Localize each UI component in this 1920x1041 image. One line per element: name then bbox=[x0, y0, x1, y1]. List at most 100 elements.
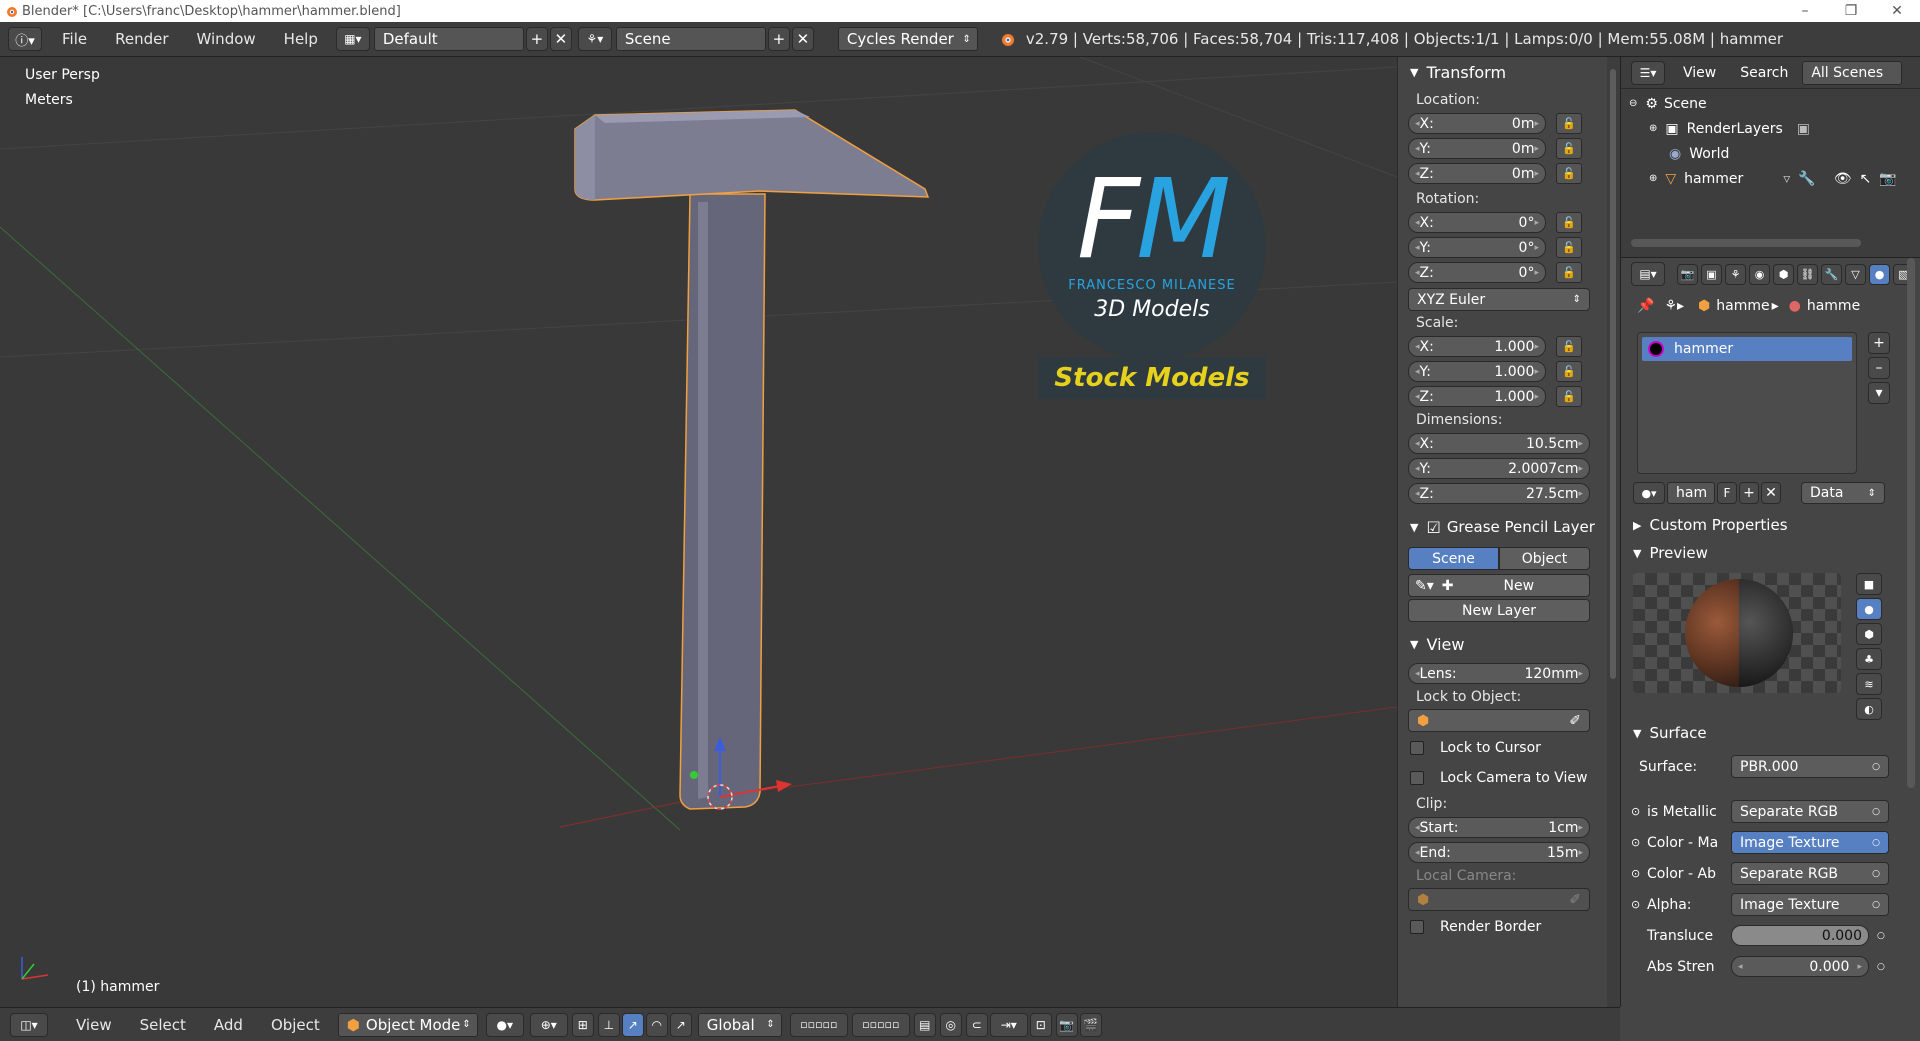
lock-object-field[interactable]: ⬢ ✐ bbox=[1408, 709, 1590, 732]
scale-z-field[interactable]: ◂ Z: 1.000 ▸ bbox=[1408, 386, 1546, 407]
link-socket-icon[interactable]: ⊙ bbox=[1631, 805, 1647, 818]
link-socket-icon[interactable]: ⊙ bbox=[1631, 898, 1647, 911]
lock-icon[interactable]: 🔓 bbox=[1556, 163, 1582, 184]
lock-camera-to-view-checkbox[interactable]: Lock Camera to View bbox=[1398, 763, 1609, 793]
mesh-data-tab-icon[interactable]: ▽ bbox=[1845, 263, 1866, 285]
preview-flat-icon[interactable]: ■ bbox=[1856, 573, 1882, 595]
fake-user-button[interactable]: F bbox=[1717, 482, 1737, 504]
lock-icon[interactable]: 🔓 bbox=[1556, 212, 1582, 233]
outliner-view-menu[interactable]: View bbox=[1683, 65, 1716, 81]
material-tab-icon[interactable]: ● bbox=[1869, 263, 1890, 285]
outliner-search-menu[interactable]: Search bbox=[1740, 65, 1788, 81]
tree-item-world[interactable]: ◉ World bbox=[1621, 141, 1920, 166]
pivot-point-icon[interactable]: ⊕▾ bbox=[529, 1012, 568, 1037]
render-camera-icon[interactable]: 📷 bbox=[1879, 171, 1896, 187]
menu-select[interactable]: Select bbox=[126, 1016, 200, 1034]
add-scene-button[interactable]: + bbox=[767, 27, 790, 51]
screen-layout-icon[interactable]: ▦▾ bbox=[335, 27, 370, 51]
surface-shader-dropdown[interactable]: PBR.000 ○ bbox=[1731, 755, 1889, 778]
maximize-button[interactable]: ❐ bbox=[1828, 3, 1874, 19]
link-socket-icon[interactable]: ⊙ bbox=[1631, 836, 1647, 849]
grease-pencil-new-button[interactable]: ✎▾ ✚ New bbox=[1408, 574, 1590, 597]
slot-specials-button[interactable]: ▾ bbox=[1868, 382, 1890, 404]
translate-manipulator-icon[interactable]: ⊥ bbox=[597, 1012, 620, 1037]
lock-icon[interactable]: 🔓 bbox=[1556, 336, 1582, 357]
transform-panel-header[interactable]: ▼ Transform bbox=[1398, 59, 1609, 85]
scale-y-field[interactable]: ◂ Y: 1.000 ▸ bbox=[1408, 361, 1546, 382]
expand-icon[interactable]: ⊕ bbox=[1649, 123, 1657, 134]
clip-start-field[interactable]: ◂ Start: 1cm ▸ bbox=[1408, 817, 1590, 838]
link-socket-icon[interactable]: ⊙ bbox=[1631, 867, 1647, 880]
preview-header[interactable]: ▼ Preview bbox=[1621, 540, 1911, 566]
lock-layers-icon[interactable]: ▤ bbox=[913, 1012, 936, 1037]
render-engine-dropdown[interactable]: Cycles Render ⇕ bbox=[837, 27, 978, 51]
scene-icon[interactable]: ⚘▾ bbox=[577, 27, 612, 51]
render-tab-icon[interactable]: 📷 bbox=[1677, 263, 1698, 285]
color-ma-input-dropdown[interactable]: Image Texture ○ bbox=[1731, 831, 1889, 854]
alpha-input-dropdown[interactable]: Image Texture ○ bbox=[1731, 893, 1889, 916]
rotation-y-field[interactable]: ◂ Y: 0° ▸ bbox=[1408, 237, 1546, 258]
add-slot-button[interactable]: + bbox=[1868, 332, 1890, 354]
manipulator-toggle-icon[interactable]: ⊞ bbox=[571, 1012, 594, 1037]
lock-to-cursor-checkbox[interactable]: Lock to Cursor bbox=[1398, 733, 1609, 763]
render-layers-tab-icon[interactable]: ▣ bbox=[1701, 263, 1722, 285]
socket-icon[interactable]: ○ bbox=[1877, 931, 1885, 941]
rotation-x-field[interactable]: ◂ X: 0° ▸ bbox=[1408, 212, 1546, 233]
collapse-icon[interactable]: ⊖ bbox=[1629, 98, 1637, 109]
expand-icon[interactable]: ⊕ bbox=[1649, 173, 1657, 184]
close-button[interactable]: ✕ bbox=[1874, 3, 1920, 19]
lock-icon[interactable]: 🔓 bbox=[1556, 113, 1582, 134]
eyedropper-icon[interactable]: ✐ bbox=[1569, 713, 1581, 729]
preview-monkey-icon[interactable]: ♣ bbox=[1856, 648, 1882, 670]
location-z-field[interactable]: ◂ Z: 0m ▸ bbox=[1408, 163, 1546, 184]
location-y-field[interactable]: ◂ Y: 0m ▸ bbox=[1408, 138, 1546, 159]
screen-layout-field[interactable]: Default bbox=[373, 27, 524, 51]
lens-field[interactable]: ◂ Lens: 120mm ▸ bbox=[1408, 663, 1590, 684]
metallic-input-dropdown[interactable]: Separate RGB ○ bbox=[1731, 800, 1889, 823]
material-browse-icon[interactable]: ●▾ bbox=[1633, 482, 1665, 504]
3d-viewport[interactable]: User Persp Meters (1) hammer FM FM FRANC… bbox=[0, 57, 1397, 1007]
surface-header[interactable]: ▼ Surface bbox=[1621, 720, 1911, 746]
manipulator-extra-icon[interactable]: ↗ bbox=[669, 1012, 692, 1037]
lock-icon[interactable]: 🔓 bbox=[1556, 138, 1582, 159]
grease-pencil-scene-tab[interactable]: Scene bbox=[1408, 547, 1499, 570]
object-tab-icon[interactable]: ⬢ bbox=[1773, 263, 1794, 285]
properties-editor-type-icon[interactable]: ▤▾ bbox=[1631, 262, 1665, 286]
delete-scene-button[interactable]: ✕ bbox=[791, 27, 814, 51]
dimension-z-field[interactable]: ◂ Z: 27.5cm ▸ bbox=[1408, 483, 1590, 504]
snap-element-icon[interactable]: ⇥▾ bbox=[989, 1012, 1028, 1037]
layers-grid-2-icon[interactable]: ▫▫▫▫▫ bbox=[851, 1012, 910, 1037]
grease-pencil-object-tab[interactable]: Object bbox=[1499, 547, 1590, 570]
outliner-scrollbar[interactable] bbox=[1631, 239, 1861, 247]
tree-item-hammer[interactable]: ⊕ ▽ hammer ▿ 🔧 👁 ↖ 📷 bbox=[1621, 166, 1920, 191]
scene-tab-icon[interactable]: ⚘ bbox=[1725, 263, 1746, 285]
delete-layout-button[interactable]: ✕ bbox=[549, 27, 572, 51]
remove-slot-button[interactable]: – bbox=[1868, 357, 1890, 379]
preview-cube-icon[interactable]: ⬢ bbox=[1856, 623, 1882, 645]
dimension-y-field[interactable]: ◂ Y: 2.0007cm ▸ bbox=[1408, 458, 1590, 479]
rotation-z-field[interactable]: ◂ Z: 0° ▸ bbox=[1408, 262, 1546, 283]
viewport-shading-icon[interactable]: ●▾ bbox=[485, 1012, 524, 1037]
render-border-checkbox[interactable]: Render Border bbox=[1398, 912, 1609, 942]
preview-hair-icon[interactable]: ≋ bbox=[1856, 673, 1882, 695]
preview-sphere-sky-icon[interactable]: ◐ bbox=[1856, 698, 1882, 720]
material-link-dropdown[interactable]: Data ⇕ bbox=[1801, 482, 1885, 504]
location-x-field[interactable]: ◂ X: 0m ▸ bbox=[1408, 113, 1546, 134]
translucence-slider[interactable]: 0.000 bbox=[1731, 925, 1869, 946]
new-material-button[interactable]: + bbox=[1739, 482, 1759, 504]
constraints-tab-icon[interactable]: ⛓ bbox=[1797, 263, 1818, 285]
outliner-filter-dropdown[interactable]: All Scenes bbox=[1802, 60, 1903, 85]
new-layer-button[interactable]: New Layer bbox=[1408, 599, 1590, 622]
visibility-eye-icon[interactable]: 👁 bbox=[1834, 171, 1852, 187]
snap-toggle-icon[interactable]: ⊂ bbox=[965, 1012, 988, 1037]
view-panel-header[interactable]: ▼ View bbox=[1398, 631, 1609, 657]
menu-add[interactable]: Add bbox=[200, 1016, 257, 1034]
material-name-field[interactable]: ham bbox=[1667, 482, 1715, 504]
color-ab-input-dropdown[interactable]: Separate RGB ○ bbox=[1731, 862, 1889, 885]
lock-icon[interactable]: 🔓 bbox=[1556, 386, 1582, 407]
lock-icon[interactable]: 🔓 bbox=[1556, 262, 1582, 283]
properties-scrollbar[interactable] bbox=[1907, 258, 1915, 788]
menu-help[interactable]: Help bbox=[270, 30, 332, 48]
rotation-mode-dropdown[interactable]: XYZ Euler ⇕ bbox=[1408, 288, 1590, 311]
checkbox-checked-icon[interactable]: ☑ bbox=[1426, 518, 1440, 537]
